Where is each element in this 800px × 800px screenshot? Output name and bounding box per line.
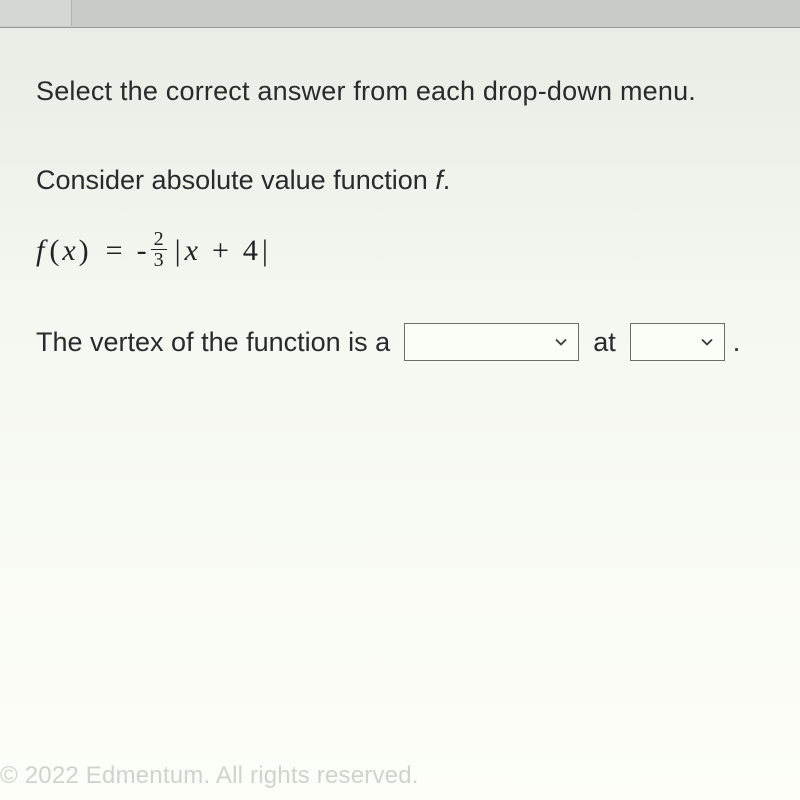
eq-plus: + bbox=[212, 234, 229, 268]
consider-text: Consider absolute value function f. bbox=[36, 165, 764, 196]
eq-four: 4 bbox=[243, 234, 258, 268]
answer-sentence: The vertex of the function is a at . bbox=[36, 323, 764, 361]
vertex-type-dropdown[interactable] bbox=[404, 323, 579, 361]
copyright-footer: © 2022 Edmentum. All rights reserved. bbox=[0, 762, 419, 790]
eq-frac-den: 3 bbox=[151, 250, 167, 270]
eq-func: f bbox=[36, 234, 44, 268]
eq-rbar: | bbox=[262, 234, 268, 268]
eq-frac-num: 2 bbox=[151, 229, 167, 250]
question-content: Select the correct answer from each drop… bbox=[0, 28, 800, 361]
eq-close-paren: ) bbox=[79, 234, 89, 268]
instruction-text: Select the correct answer from each drop… bbox=[36, 76, 764, 107]
consider-prefix: Consider absolute value function bbox=[36, 165, 435, 195]
consider-suffix: . bbox=[443, 165, 451, 195]
eq-lbar: | bbox=[175, 234, 181, 268]
eq-open-paren: ( bbox=[49, 234, 59, 268]
window-top-bar bbox=[0, 0, 800, 28]
chevron-down-icon bbox=[554, 335, 568, 349]
sentence-at: at bbox=[593, 327, 616, 358]
eq-neg: - bbox=[137, 234, 147, 268]
eq-fraction: 2 3 bbox=[151, 229, 167, 270]
tab-stub bbox=[0, 0, 72, 26]
sentence-period: . bbox=[733, 327, 741, 358]
chevron-down-icon bbox=[700, 335, 714, 349]
sentence-part1: The vertex of the function is a bbox=[36, 327, 390, 358]
vertex-point-dropdown[interactable] bbox=[630, 323, 725, 361]
eq-equals: = bbox=[106, 234, 123, 268]
consider-var: f bbox=[435, 165, 443, 195]
eq-arg: x bbox=[62, 234, 75, 268]
eq-inner-x: x bbox=[185, 234, 198, 268]
equation: f ( x ) = - 2 3 | x + 4 | bbox=[36, 230, 764, 271]
